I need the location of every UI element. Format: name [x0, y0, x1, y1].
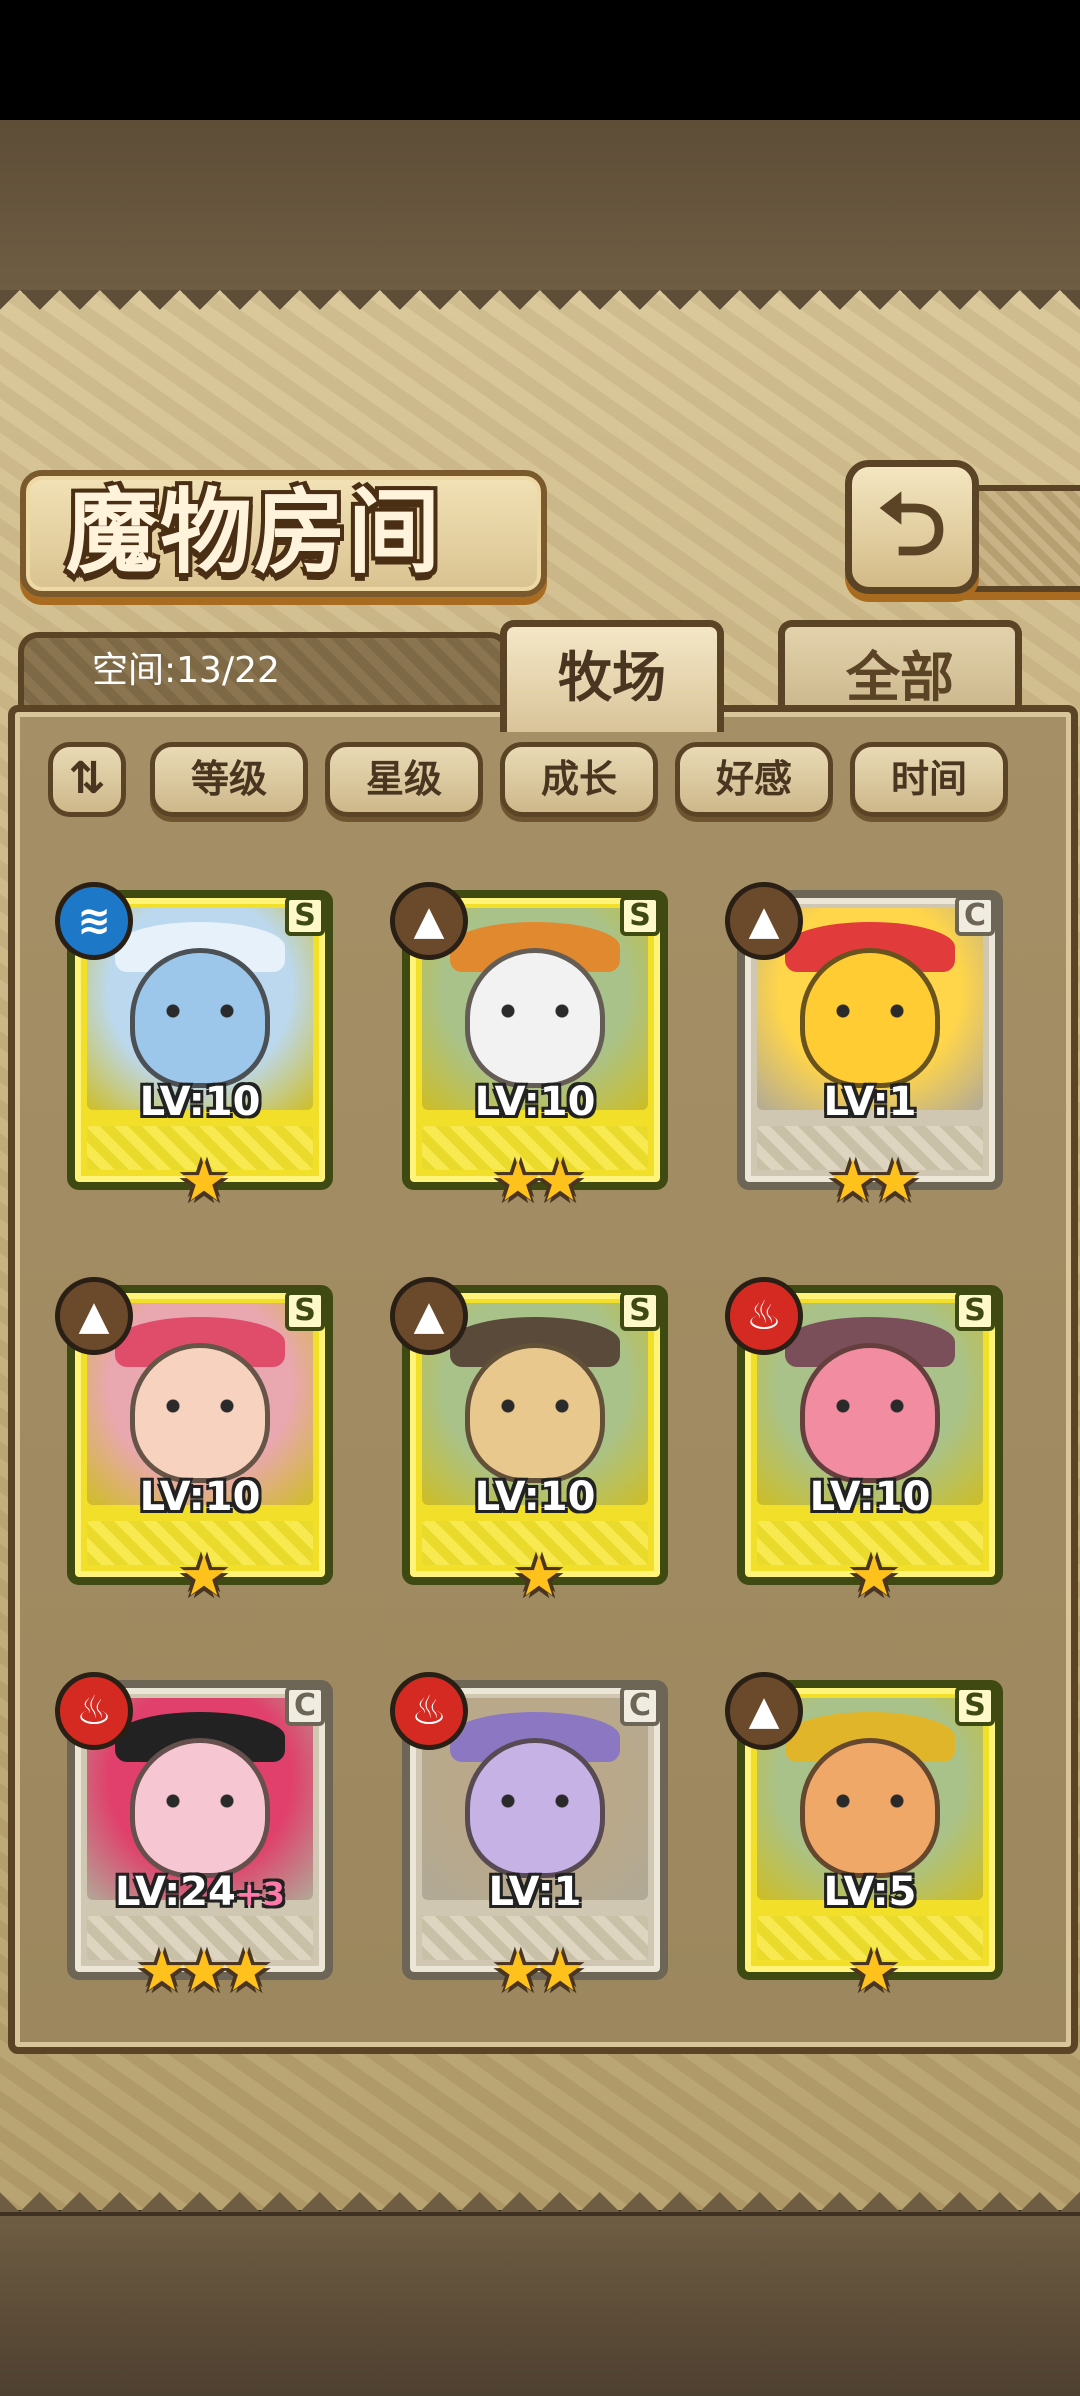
back-button[interactable]: ⮌ — [845, 460, 979, 594]
monster-eyes — [500, 1794, 570, 1808]
monster-level: LV:1 — [757, 1078, 983, 1126]
panel-torn-edge-bottom — [0, 2172, 1080, 2212]
monster-level-text: LV:10 — [809, 1474, 931, 1520]
element-earth-icon: ▲ — [390, 1277, 468, 1355]
monster-level-text: LV:10 — [139, 1474, 261, 1520]
monster-level-bonus: +3 — [235, 1875, 285, 1913]
monster-card[interactable]: LV:10 S ▲ ★★ — [390, 882, 680, 1220]
map-strip-top — [0, 120, 1080, 296]
monster-level-text: LV:1 — [823, 1079, 917, 1125]
back-button-rail — [965, 485, 1080, 592]
monster-body — [465, 1343, 605, 1483]
star-rating: ★ — [848, 1544, 899, 1609]
monster-card[interactable]: LV:1 C ♨ ★★ — [390, 1672, 680, 2010]
element-water-icon: ≋ — [55, 882, 133, 960]
tab-all-label: 全部 — [846, 645, 954, 709]
monster-level-text: LV:1 — [488, 1869, 582, 1915]
element-earth-icon: ▲ — [725, 882, 803, 960]
rank-badge: S — [620, 1291, 660, 1331]
monster-card[interactable]: LV:10 S ▲ ★ — [55, 1277, 345, 1615]
monster-level: LV:1 — [422, 1868, 648, 1916]
monster-card[interactable]: LV:5 S ▲ ★ — [725, 1672, 1015, 2010]
map-strip-bottom — [0, 2210, 1080, 2396]
monster-level-text: LV:24 — [115, 1869, 236, 1915]
rank-badge: C — [285, 1686, 325, 1726]
monster-eyes — [165, 1004, 235, 1018]
rank-badge: S — [285, 1291, 325, 1331]
monster-level-text: LV:5 — [823, 1869, 917, 1915]
monster-body — [800, 1738, 940, 1878]
element-earth-icon: ▲ — [390, 882, 468, 960]
star-rating: ★★ — [492, 1149, 585, 1214]
monster-eyes — [835, 1004, 905, 1018]
monster-body — [130, 948, 270, 1088]
rank-badge: S — [620, 896, 660, 936]
star-rating: ★ — [178, 1544, 229, 1609]
monster-level: LV:10 — [87, 1078, 313, 1126]
sort-by-star-button[interactable]: 星级 — [325, 742, 483, 817]
monster-level: LV:10 — [757, 1473, 983, 1521]
monster-body — [465, 948, 605, 1088]
rank-badge: C — [620, 1686, 660, 1726]
monster-level: LV:10 — [87, 1473, 313, 1521]
title-plaque: 魔物房间 — [20, 470, 547, 597]
rank-badge: S — [955, 1686, 995, 1726]
element-fire-icon: ♨ — [390, 1672, 468, 1750]
star-rating: ★ — [178, 1149, 229, 1214]
star-rating: ★★ — [492, 1939, 585, 2004]
sort-order-toggle[interactable]: ⇅ — [48, 742, 126, 817]
monster-level: LV:10 — [422, 1078, 648, 1126]
status-bar — [0, 0, 1080, 120]
monster-card[interactable]: LV:24+3 C ♨ ★★★ — [55, 1672, 345, 2010]
monster-eyes — [835, 1794, 905, 1808]
monster-eyes — [835, 1399, 905, 1413]
panel-torn-edge-top — [0, 290, 1080, 330]
monster-level-text: LV:10 — [474, 1079, 596, 1125]
monster-body — [465, 1738, 605, 1878]
monster-body — [130, 1343, 270, 1483]
back-icon: ⮌ — [877, 475, 947, 575]
sort-by-growth-button[interactable]: 成长 — [500, 742, 658, 817]
tab-ranch-label: 牧场 — [558, 645, 666, 709]
element-earth-icon: ▲ — [55, 1277, 133, 1355]
monster-card[interactable]: LV:1 C ▲ ★★ — [725, 882, 1015, 1220]
sort-bar: ⇅ 等级 星级 成长 好感 时间 — [0, 742, 1080, 817]
element-earth-icon: ▲ — [725, 1672, 803, 1750]
monster-body — [800, 1343, 940, 1483]
star-rating: ★ — [513, 1544, 564, 1609]
rank-badge: S — [285, 896, 325, 936]
monster-eyes — [500, 1004, 570, 1018]
star-rating: ★ — [848, 1939, 899, 2004]
monster-level-text: LV:10 — [474, 1474, 596, 1520]
monster-card[interactable]: LV:10 S ♨ ★ — [725, 1277, 1015, 1615]
star-rating: ★★★ — [136, 1939, 272, 2004]
monster-body — [130, 1738, 270, 1878]
space-counter: 空间:13/22 — [92, 650, 280, 691]
element-fire-icon: ♨ — [55, 1672, 133, 1750]
monster-card[interactable]: LV:10 S ≋ ★ — [55, 882, 345, 1220]
sort-by-level-button[interactable]: 等级 — [150, 742, 308, 817]
sort-by-affection-button[interactable]: 好感 — [675, 742, 833, 817]
monster-level-text: LV:10 — [139, 1079, 261, 1125]
page-title: 魔物房间 — [66, 478, 443, 586]
monster-level: LV:5 — [757, 1868, 983, 1916]
element-fire-icon: ♨ — [725, 1277, 803, 1355]
monster-eyes — [165, 1794, 235, 1808]
rank-badge: C — [955, 896, 995, 936]
tab-ranch[interactable]: 牧场 — [500, 620, 724, 732]
sort-order-icon: ⇅ — [68, 753, 106, 804]
rank-badge: S — [955, 1291, 995, 1331]
monster-level: LV:24+3 — [87, 1868, 313, 1916]
monster-eyes — [500, 1399, 570, 1413]
sort-by-time-button[interactable]: 时间 — [850, 742, 1008, 817]
monster-eyes — [165, 1399, 235, 1413]
monster-body — [800, 948, 940, 1088]
star-rating: ★★ — [827, 1149, 920, 1214]
monster-level: LV:10 — [422, 1473, 648, 1521]
monster-card[interactable]: LV:10 S ▲ ★ — [390, 1277, 680, 1615]
